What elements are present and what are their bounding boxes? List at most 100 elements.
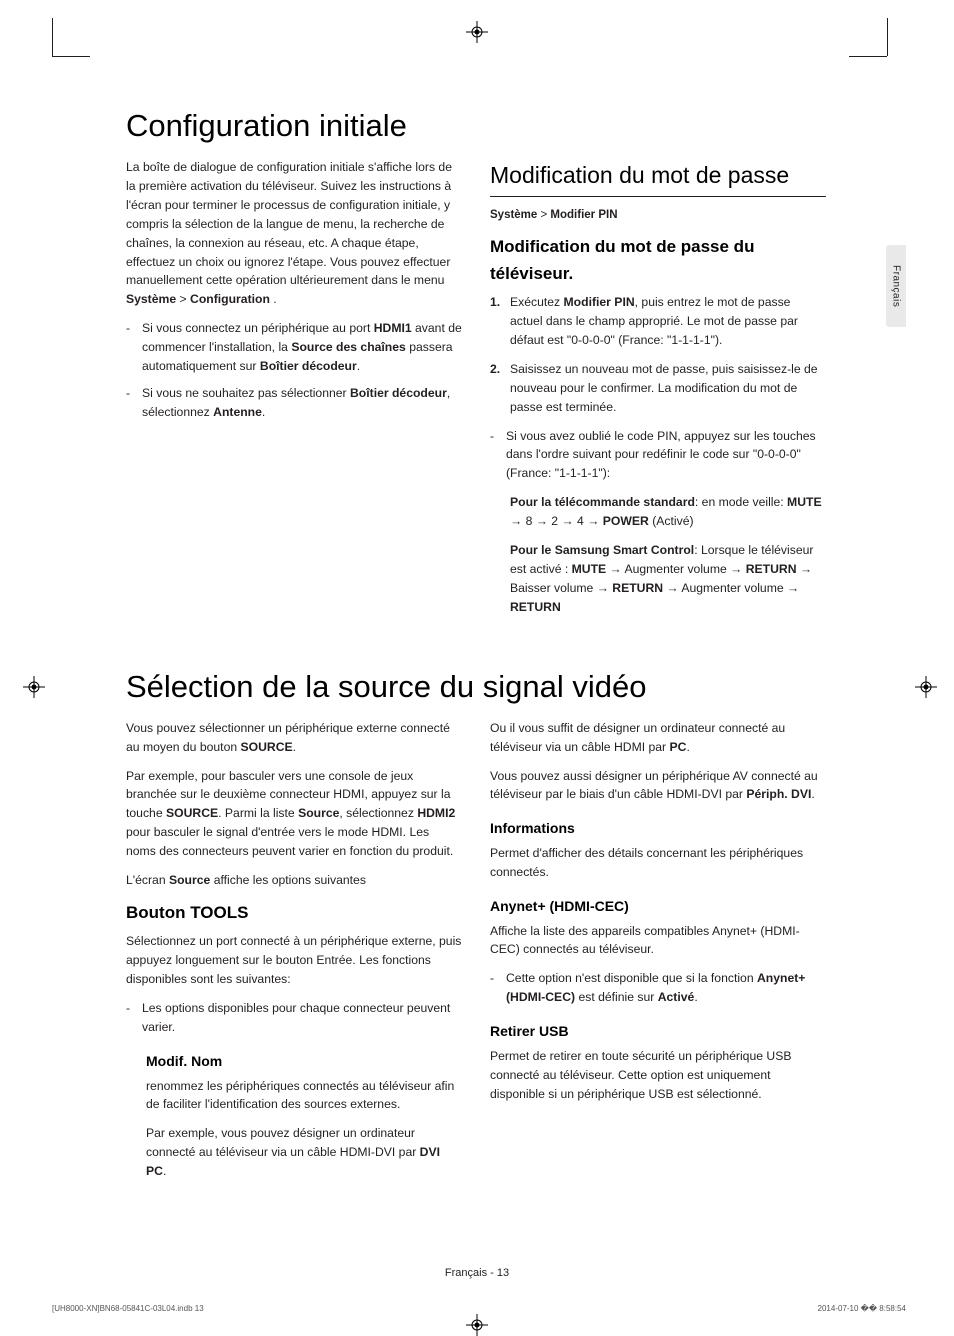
text: . (811, 787, 814, 801)
intro-paragraph: La boîte de dialogue de configuration in… (126, 158, 462, 309)
step-1: 1. Exécutez Modifier PIN, puis entrez le… (510, 293, 826, 350)
text: . (686, 740, 689, 754)
bold-return: RETURN (612, 581, 663, 595)
retirer-usb-heading: Retirer USB (490, 1021, 826, 1043)
text: → Augmenter volume → (606, 562, 746, 576)
informations-paragraph: Permet d'afficher des détails concernant… (490, 844, 826, 882)
remote-standard-paragraph: Pour la télécommande standard: en mode v… (490, 493, 826, 531)
bold-antenne: Antenne (213, 405, 262, 419)
bold-pc: PC (670, 740, 687, 754)
section2-right-col: Ou il vous suffit de désigner un ordinat… (490, 719, 826, 1191)
bold-active: Activé (658, 990, 695, 1004)
language-tab-label: Français (891, 265, 902, 307)
step-number: 2. (490, 360, 500, 379)
text: > (176, 292, 190, 306)
list-item: Si vous avez oublié le code PIN, appuyez… (506, 427, 826, 484)
bold-hdmi1: HDMI1 (374, 321, 412, 335)
bold-return: RETURN (746, 562, 797, 576)
text: L'écran (126, 873, 169, 887)
text: Si vous ne souhaitez pas sélectionner (142, 386, 350, 400)
text: La boîte de dialogue de configuration in… (126, 160, 452, 287)
text: Saisissez un nouveau mot de passe, puis … (510, 362, 818, 414)
text: (Activé) (649, 514, 694, 528)
hdmi-example-paragraph: Par exemple, pour basculer vers une cons… (126, 767, 462, 862)
crop-mark (52, 18, 53, 56)
bold-boitier-decodeur: Boîtier décodeur (350, 386, 447, 400)
tools-heading: Bouton TOOLS (126, 900, 462, 926)
crop-mark (52, 56, 90, 57)
modif-nom-heading: Modif. Nom (146, 1051, 462, 1073)
tools-paragraph: Sélectionnez un port connecté à un périp… (126, 932, 462, 989)
content-area: Configuration initiale La boîte de dialo… (126, 108, 828, 1191)
list-item: Si vous ne souhaitez pas sélectionner Bo… (142, 384, 462, 422)
pin-reset-list: Si vous avez oublié le code PIN, appuyez… (490, 427, 826, 484)
registration-mark-icon (915, 676, 937, 698)
text: est définie sur (575, 990, 658, 1004)
text: Si vous connectez un périphérique au por… (142, 321, 374, 335)
bold-remote-standard: Pour la télécommande standard (510, 495, 695, 509)
section2-left-col: Vous pouvez sélectionner un périphérique… (126, 719, 462, 1191)
text: . Parmi la liste (218, 806, 298, 820)
registration-mark-icon (466, 21, 488, 43)
bold-power: POWER (603, 514, 649, 528)
section2-columns: Vous pouvez sélectionner un périphérique… (126, 719, 828, 1191)
source-paragraph: Vous pouvez sélectionner un périphérique… (126, 719, 462, 757)
bold-mute: MUTE (572, 562, 607, 576)
step-number: 1. (490, 293, 500, 312)
section1-right-col: Modification du mot de passe Système > M… (490, 158, 826, 627)
language-tab: Français (886, 245, 906, 327)
retirer-usb-paragraph: Permet de retirer en toute sécurité un p… (490, 1047, 826, 1104)
anynet-note-list: Cette option n'est disponible que si la … (490, 969, 826, 1007)
password-steps: 1. Exécutez Modifier PIN, puis entrez le… (490, 293, 826, 416)
breadcrumb-modifier-pin: Modifier PIN (550, 209, 617, 221)
page-footer-left: [UH8000-XN]BN68-05841C-03L04.indb 13 (52, 1304, 204, 1313)
bold-periph-dvi: Périph. DVI (746, 787, 811, 801)
bold-samsung-smart-control: Pour le Samsung Smart Control (510, 543, 694, 557)
list-item: Si vous connectez un périphérique au por… (142, 319, 462, 376)
periph-dvi-paragraph: Vous pouvez aussi désigner un périphériq… (490, 767, 826, 805)
registration-mark-icon (23, 676, 45, 698)
menu-path-configuration: Configuration (190, 292, 270, 306)
text: . (270, 292, 277, 306)
tools-note-list: Les options disponibles pour chaque conn… (126, 999, 462, 1037)
registration-mark-icon (466, 1314, 488, 1336)
anynet-heading: Anynet+ (HDMI-CEC) (490, 896, 826, 918)
anynet-paragraph: Affiche la liste des appareils compatibl… (490, 922, 826, 960)
bold-source: SOURCE (166, 806, 218, 820)
menu-path-system: Système (126, 292, 176, 306)
text: Exécutez (510, 295, 564, 309)
bold-source: Source (169, 873, 210, 887)
bold-mute: MUTE (787, 495, 822, 509)
list-item: Les options disponibles pour chaque conn… (142, 999, 462, 1037)
bold-source: SOURCE (241, 740, 293, 754)
section2: Sélection de la source du signal vidéo V… (126, 669, 828, 1191)
section1-columns: La boîte de dialogue de configuration in… (126, 158, 828, 627)
text: Ou il vous suffit de désigner un ordinat… (490, 721, 785, 754)
section1-title: Configuration initiale (126, 108, 828, 144)
text: . (694, 990, 697, 1004)
page-footer-center: Français - 13 (0, 1267, 954, 1279)
modif-nom-block: Modif. Nom renommez les périphériques co… (126, 1051, 462, 1181)
step-2: 2. Saisissez un nouveau mot de passe, pu… (510, 360, 826, 417)
smart-control-paragraph: Pour le Samsung Smart Control: Lorsque l… (490, 541, 826, 617)
list-item: Cette option n'est disponible que si la … (506, 969, 826, 1007)
section2-title: Sélection de la source du signal vidéo (126, 669, 828, 705)
crop-mark (887, 18, 888, 56)
dvi-pc-paragraph: Par exemple, vous pouvez désigner un ord… (146, 1124, 462, 1181)
page: Français Configuration initiale La boîte… (0, 0, 954, 1321)
source-screen-paragraph: L'écran Source affiche les options suiva… (126, 871, 462, 890)
text: . (293, 740, 296, 754)
breadcrumb-system: Système (490, 209, 537, 221)
informations-heading: Informations (490, 818, 826, 840)
text: . (357, 359, 360, 373)
text: . (262, 405, 265, 419)
bold-boitier-decodeur: Boîtier décodeur (260, 359, 357, 373)
password-heading: Modification du mot de passe (490, 158, 826, 197)
bold-return: RETURN (510, 600, 561, 614)
modif-nom-paragraph: renommez les périphériques connectés au … (146, 1077, 462, 1115)
breadcrumb: Système > Modifier PIN (490, 207, 826, 225)
section1-bullet-list: Si vous connectez un périphérique au por… (126, 319, 462, 422)
text: pour basculer le signal d'entrée vers le… (126, 825, 453, 858)
section1-left-col: La boîte de dialogue de configuration in… (126, 158, 462, 627)
text: , sélectionnez (339, 806, 417, 820)
